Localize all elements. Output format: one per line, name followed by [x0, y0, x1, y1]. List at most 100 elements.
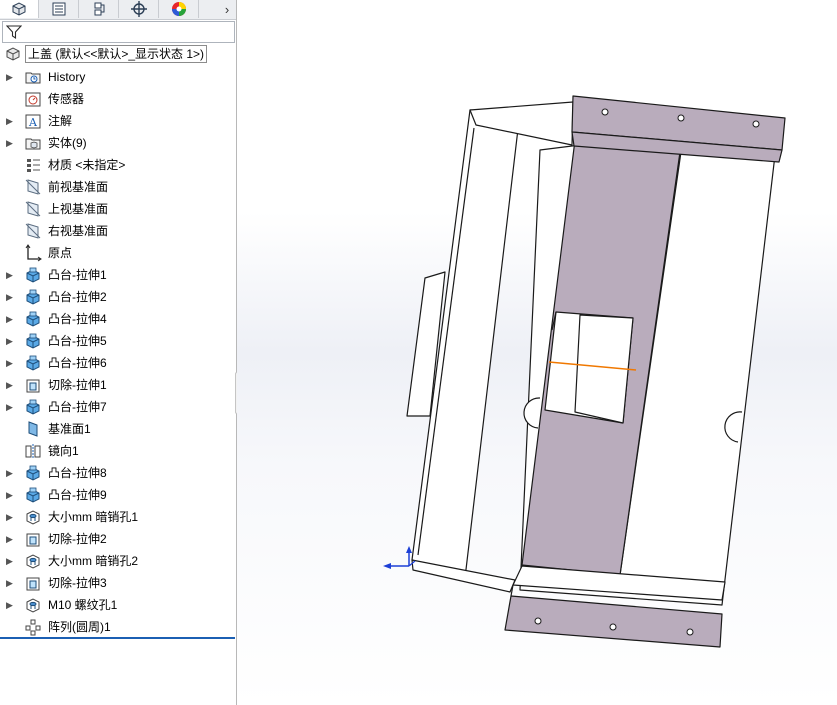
tree-item-label: 材质 <未指定> [48, 158, 126, 172]
cut-extrude-icon [24, 376, 42, 394]
rollback-bar[interactable] [0, 637, 235, 639]
hole-wizard-icon [24, 596, 42, 614]
boss-extrude-icon [24, 398, 42, 416]
origin-icon [24, 244, 42, 262]
tree-item-label: 凸台-拉伸9 [48, 488, 107, 502]
boss-extrude-icon [24, 464, 42, 482]
dimxpertmanager-tab[interactable] [120, 0, 159, 18]
expand-arrow-icon[interactable]: ▶ [6, 379, 16, 391]
tree-item[interactable]: ▶ 凸台-拉伸4 [0, 308, 236, 330]
tree-item[interactable]: ▶ 凸台-拉伸5 [0, 330, 236, 352]
expand-arrow-icon[interactable]: ▶ [6, 137, 16, 149]
expand-arrow-icon[interactable]: ▶ [6, 71, 16, 83]
tree-item[interactable]: 右视基准面 [0, 220, 236, 242]
graphics-viewport[interactable] [237, 0, 837, 705]
expand-arrow-icon[interactable]: ▶ [6, 577, 16, 589]
boss-extrude-icon [24, 486, 42, 504]
tree-item-label: 注解 [48, 114, 73, 128]
hole [609, 623, 617, 631]
tree-item-label: 原点 [48, 246, 73, 260]
tree-item[interactable]: 上视基准面 [0, 198, 236, 220]
expand-arrow-icon[interactable]: ▶ [6, 489, 16, 501]
tree-item[interactable]: ▶ 凸台-拉伸9 [0, 484, 236, 506]
coordinate-triad [383, 546, 416, 569]
boss-extrude-icon [24, 310, 42, 328]
history-folder-icon [24, 68, 42, 86]
expand-arrow-icon[interactable]: ▶ [6, 335, 16, 347]
tree-item[interactable]: ▶ 实体(9) [0, 132, 236, 154]
tree-item-label: 前视基准面 [48, 180, 109, 194]
tree-item[interactable]: ▶ 凸台-拉伸7 [0, 396, 236, 418]
sensors-icon [24, 90, 42, 108]
expand-arrow-icon[interactable]: ▶ [6, 511, 16, 523]
expand-arrow-icon[interactable]: ▶ [6, 467, 16, 479]
tree-item-label: 凸台-拉伸6 [48, 356, 107, 370]
boss-extrude-icon [24, 354, 42, 372]
tree-item[interactable]: ▶ 凸台-拉伸6 [0, 352, 236, 374]
tree-root-part[interactable]: 上盖 (默认<<默认>_显示状态 1>) [0, 44, 208, 64]
dimxpert-icon [131, 1, 147, 17]
hole-wizard-icon [24, 552, 42, 570]
plane-icon [24, 200, 42, 218]
tree-item-label: 切除-拉伸1 [48, 378, 107, 392]
expand-arrow-icon[interactable]: ▶ [6, 313, 16, 325]
tree-item[interactable]: ▶ 凸台-拉伸8 [0, 462, 236, 484]
configurationmanager-icon [94, 2, 105, 16]
tree-item-label: 实体(9) [48, 136, 87, 150]
tree-item-label: 传感器 [48, 92, 85, 106]
cut-extrude-icon [24, 530, 42, 548]
expand-arrow-icon[interactable]: ▶ [6, 401, 16, 413]
tree-item[interactable]: 传感器 [0, 88, 236, 110]
tree-item[interactable]: ▶ 凸台-拉伸2 [0, 286, 236, 308]
circular-pattern-icon [24, 618, 42, 636]
tree-item[interactable]: ▶ 切除-拉伸3 [0, 572, 236, 594]
plane-icon [24, 178, 42, 196]
hole [534, 617, 542, 625]
tree-item[interactable]: ▶ 凸台-拉伸1 [0, 264, 236, 286]
more-tabs-arrow[interactable]: › [218, 0, 236, 18]
displaymanager-tab[interactable] [160, 0, 199, 18]
propertymanager-tab[interactable] [40, 0, 79, 18]
tree-item[interactable]: ▶ A 注解 [0, 110, 236, 132]
expand-arrow-icon[interactable]: ▶ [6, 115, 16, 127]
filter-icon [6, 25, 22, 40]
tree-item-label: 凸台-拉伸5 [48, 334, 107, 348]
expand-arrow-icon[interactable]: ▶ [6, 291, 16, 303]
boss-extrude-icon [24, 288, 42, 306]
boss-extrude-icon [24, 332, 42, 350]
tree-item[interactable]: ▶ History [0, 66, 236, 88]
featuremanager-icon [12, 2, 26, 16]
hole [601, 108, 609, 116]
annotations-icon: A [24, 112, 42, 130]
tree-item[interactable]: 基准面1 [0, 418, 236, 440]
tree-filter-input[interactable] [2, 21, 235, 43]
tree-item-label: M10 螺纹孔1 [48, 598, 118, 612]
featuremanager-tab[interactable] [0, 0, 39, 18]
tree-item-label: 阵列(圆周)1 [48, 620, 111, 634]
tree-item-label: 凸台-拉伸2 [48, 290, 107, 304]
tree-item-label: 凸台-拉伸7 [48, 400, 107, 414]
expand-arrow-icon[interactable]: ▶ [6, 599, 16, 611]
part-icon [6, 47, 20, 61]
tree-item-label: 基准面1 [48, 422, 91, 436]
expand-arrow-icon[interactable]: ▶ [6, 555, 16, 567]
mirror-icon [24, 442, 42, 460]
tree-item[interactable]: ▶ 大小mm 暗销孔2 [0, 550, 236, 572]
tree-item[interactable]: 镜向1 [0, 440, 236, 462]
propertymanager-icon [52, 2, 66, 16]
tree-item[interactable]: ▶ M10 螺纹孔1 [0, 594, 236, 616]
tree-item[interactable]: 前视基准面 [0, 176, 236, 198]
tree-item[interactable]: 原点 [0, 242, 236, 264]
expand-arrow-icon[interactable]: ▶ [6, 533, 16, 545]
configurationmanager-tab[interactable] [80, 0, 119, 18]
tree-item[interactable]: ▶ 大小mm 暗销孔1 [0, 506, 236, 528]
hole [677, 114, 685, 122]
expand-arrow-icon[interactable]: ▶ [6, 357, 16, 369]
tree-item[interactable]: 阵列(圆周)1 [0, 616, 236, 638]
tree-item-label: 大小mm 暗销孔2 [48, 554, 139, 568]
part-model-3d [383, 95, 786, 648]
tree-item[interactable]: 材质 <未指定> [0, 154, 236, 176]
tree-item[interactable]: ▶ 切除-拉伸1 [0, 374, 236, 396]
expand-arrow-icon[interactable]: ▶ [6, 269, 16, 281]
tree-item[interactable]: ▶ 切除-拉伸2 [0, 528, 236, 550]
